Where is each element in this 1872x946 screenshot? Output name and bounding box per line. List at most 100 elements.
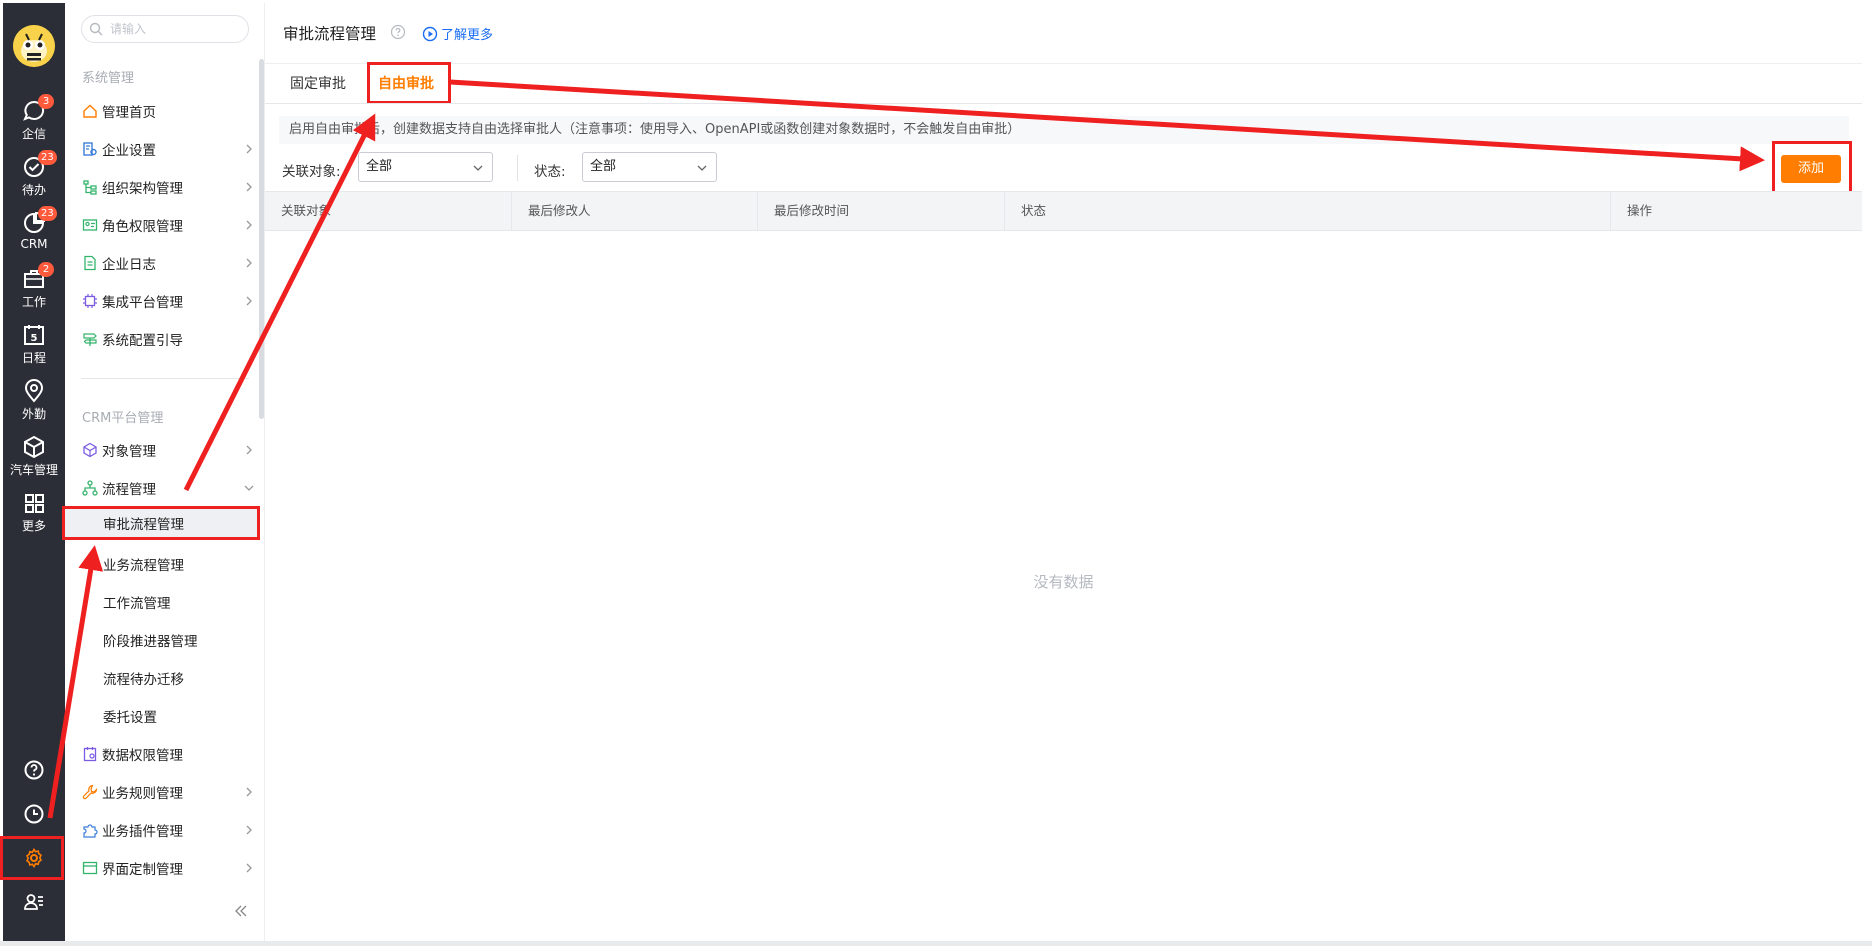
column-header[interactable]: 操作: [1611, 192, 1862, 230]
tab-fixed-approval[interactable]: 固定审批: [290, 73, 346, 93]
main-content: 审批流程管理 了解更多 固定审批 自由审批 启用自由审批后，创建数据支持自由选择…: [265, 3, 1862, 943]
rail-item-schedule[interactable]: 5 日程: [3, 322, 65, 372]
menu-item-label: 流程管理: [102, 482, 156, 498]
column-header[interactable]: 状态: [1005, 192, 1611, 230]
collapse-sidebar-icon[interactable]: [233, 903, 249, 919]
menu-item-business-plugins[interactable]: 业务插件管理: [65, 813, 255, 847]
flow-tree-icon: [82, 480, 98, 496]
menu-item-object-management[interactable]: 对象管理: [65, 433, 255, 467]
rail-label: 更多: [21, 519, 46, 533]
rail-history-button[interactable]: [3, 794, 65, 834]
menu-item-data-permission[interactable]: 数据权限管理: [65, 737, 255, 771]
sub-item-approval-flow[interactable]: 审批流程管理: [62, 506, 260, 540]
rail-label: 日程: [21, 351, 46, 365]
rail-badge: 3: [38, 94, 54, 109]
rail-item-more[interactable]: 更多: [3, 490, 65, 540]
rail-item-qixin[interactable]: 3 企信: [3, 94, 65, 148]
menu-item-config-guide[interactable]: 系统配置引导: [65, 322, 255, 356]
menu-item-label: 对象管理: [102, 444, 156, 460]
location-pin-icon: [24, 379, 44, 403]
rail-item-work[interactable]: 2 工作: [3, 262, 65, 316]
menu-item-role-permission[interactable]: 角色权限管理: [65, 208, 255, 242]
menu-item-integration-platform[interactable]: 集成平台管理: [65, 284, 255, 318]
filter-object-select[interactable]: 全部: [358, 152, 493, 182]
layout-window-icon: [82, 861, 98, 875]
sub-item-workflow[interactable]: 工作流管理: [65, 585, 265, 619]
data-permission-icon: [83, 747, 97, 762]
filter-status-select[interactable]: 全部: [582, 152, 717, 182]
learn-more-link[interactable]: 了解更多: [422, 24, 493, 43]
menu-item-label: 企业设置: [102, 143, 156, 159]
menu-item-admin-home[interactable]: 管理首页: [65, 94, 255, 128]
rail-label: 待办: [21, 183, 46, 197]
chevron-right-icon: [246, 825, 252, 835]
menu-item-ui-customization[interactable]: 界面定制管理: [65, 851, 255, 885]
menu-item-label: 界面定制管理: [102, 862, 183, 878]
rail-label: 外勤: [21, 407, 46, 421]
chevron-down-icon: [697, 165, 707, 171]
sidebar-search-input[interactable]: [81, 15, 249, 43]
chevron-right-icon: [246, 144, 252, 154]
calendar-day-text: 5: [31, 333, 38, 344]
sub-item-delegation-settings[interactable]: 委托设置: [65, 699, 265, 733]
menu-item-label: 企业日志: [102, 257, 156, 273]
sub-item-stage-advancer[interactable]: 阶段推进器管理: [65, 623, 265, 657]
play-circle-icon: [422, 26, 438, 41]
rail-help-button[interactable]: [3, 750, 65, 790]
menu-item-enterprise-log[interactable]: 企业日志: [65, 246, 255, 280]
rail-item-car[interactable]: 汽车管理: [3, 434, 65, 484]
rail-item-field[interactable]: 外勤: [3, 378, 65, 428]
rail-label: 企信: [21, 127, 46, 141]
chevron-right-icon: [246, 296, 252, 306]
chevron-right-icon: [246, 863, 252, 873]
sub-item-label: 工作流管理: [103, 596, 171, 612]
sub-item-label: 业务流程管理: [103, 558, 184, 574]
menu-item-org-structure[interactable]: 组织架构管理: [65, 170, 255, 204]
puzzle-icon: [83, 824, 98, 838]
help-circle-icon[interactable]: [390, 24, 406, 40]
menu-item-business-rules[interactable]: 业务规则管理: [65, 775, 255, 809]
empty-state-text: 没有数据: [1033, 573, 1094, 591]
menu-item-label: 集成平台管理: [102, 295, 183, 311]
column-header[interactable]: 关联对象: [265, 192, 512, 230]
table-header: 关联对象 最后修改人 最后修改时间 状态 操作: [265, 191, 1862, 231]
chevron-down-icon: [244, 485, 254, 491]
sidebar-divider: [81, 378, 249, 379]
sub-item-todo-migration[interactable]: 流程待办迁移: [65, 661, 265, 695]
cube-icon: [24, 435, 44, 459]
section-title-crm: CRM平台管理: [82, 411, 164, 426]
building-settings-icon: [83, 142, 97, 156]
rail-item-todo[interactable]: 23 待办: [3, 150, 65, 204]
user-avatar[interactable]: [13, 25, 55, 67]
window-bottom-border: [0, 941, 1872, 946]
chevron-right-icon: [246, 258, 252, 268]
user-list-icon: [24, 894, 43, 910]
notice-bar: 启用自由审批后，创建数据支持自由选择审批人（注意事项：使用导入、OpenAPI或…: [279, 116, 1849, 144]
rail-item-crm[interactable]: 23 CRM: [3, 206, 65, 260]
chevron-right-icon: [246, 445, 252, 455]
org-tree-icon: [83, 180, 97, 195]
left-rail: 3 企信 23 待办 23 CRM 2 工作 5 日程 外勤 汽车管理 更多: [3, 3, 65, 943]
sub-item-business-flow[interactable]: 业务流程管理: [65, 547, 265, 581]
help-circle-icon: [24, 760, 44, 780]
home-icon: [83, 104, 97, 118]
menu-item-label: 系统配置引导: [102, 333, 183, 349]
signpost-icon: [83, 333, 97, 346]
menu-item-label: 角色权限管理: [102, 219, 183, 235]
column-header[interactable]: 最后修改人: [512, 192, 758, 230]
chip-icon: [83, 294, 97, 308]
sidebar-scrollbar[interactable]: [259, 59, 264, 419]
menu-item-label: 业务规则管理: [102, 786, 183, 802]
section-title-system: 系统管理: [82, 71, 135, 86]
menu-item-enterprise-settings[interactable]: 企业设置: [65, 132, 255, 166]
rail-contacts-button[interactable]: [3, 882, 65, 922]
learn-more-label: 了解更多: [441, 28, 494, 43]
chevron-right-icon: [246, 220, 252, 230]
menu-item-process-management[interactable]: 流程管理: [65, 471, 255, 505]
filter-separator: [517, 155, 518, 181]
rail-label: CRM: [20, 237, 48, 251]
menu-item-label: 组织架构管理: [102, 181, 183, 197]
menu-item-label: 业务插件管理: [102, 824, 183, 840]
log-document-icon: [84, 255, 96, 271]
column-header[interactable]: 最后修改时间: [758, 192, 1005, 230]
